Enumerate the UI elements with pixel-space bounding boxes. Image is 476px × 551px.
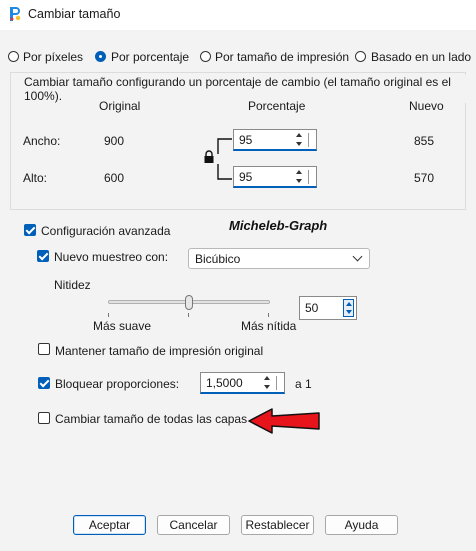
keep-print-size-checkbox[interactable] [38, 343, 50, 355]
column-percent: Porcentaje [248, 99, 306, 113]
sharpness-input[interactable]: 50 [299, 296, 357, 320]
radio-pixels[interactable] [8, 51, 19, 62]
radio-print-size[interactable] [200, 51, 211, 62]
advanced-settings-checkbox[interactable] [24, 224, 36, 236]
ratio-value: 1,5000 [206, 376, 243, 390]
sharpness-spin-arrows[interactable] [343, 299, 354, 317]
paintshop-app-icon [10, 7, 21, 21]
lock-ratio-label[interactable]: Bloquear proporciones: [55, 377, 179, 391]
ratio-suffix: a 1 [295, 377, 312, 391]
ratio-dropdown[interactable] [276, 376, 282, 390]
red-arrow-icon [248, 408, 320, 434]
resample-checkbox[interactable] [37, 250, 49, 262]
width-percent-value: 95 [239, 133, 253, 147]
height-percent-spin-arrows[interactable] [296, 169, 306, 185]
radio-percent[interactable] [95, 51, 106, 62]
radio-percent-label[interactable]: Por porcentaje [111, 50, 189, 64]
radio-one-side[interactable] [355, 51, 366, 62]
width-new: 855 [414, 134, 435, 148]
height-percent-dropdown[interactable] [308, 170, 314, 184]
slider-max-label: Más nítida [241, 319, 297, 333]
advanced-settings-label[interactable]: Configuración avanzada [41, 224, 170, 238]
lock-ratio-checkbox[interactable] [38, 377, 50, 389]
sharpness-slider-thumb[interactable] [185, 295, 193, 310]
radio-one-side-label[interactable]: Basado en un lado [371, 50, 471, 64]
height-percent-value: 95 [239, 170, 253, 184]
lock-icon[interactable] [203, 150, 215, 164]
watermark-text: Micheleb-Graph [229, 218, 328, 233]
width-percent-spin-arrows[interactable] [296, 132, 306, 148]
column-original: Original [99, 99, 141, 113]
help-button[interactable]: Ayuda [325, 515, 398, 535]
keep-print-size-label[interactable]: Mantener tamaño de impresión original [55, 344, 263, 358]
column-new: Nuevo [409, 99, 444, 113]
slider-min-label: Más suave [93, 319, 152, 333]
radio-pixels-label[interactable]: Por píxeles [23, 50, 83, 64]
width-label: Ancho: [23, 134, 61, 148]
resample-dropdown[interactable]: Bicúbico [188, 248, 370, 269]
all-layers-label[interactable]: Cambiar tamaño de todas las capas [55, 412, 247, 426]
height-label: Alto: [23, 171, 48, 185]
ratio-input[interactable]: 1,5000 [200, 372, 285, 394]
sharpness-value: 50 [305, 301, 319, 315]
resample-label[interactable]: Nuevo muestreo con: [54, 250, 168, 264]
slider-tick [188, 313, 189, 317]
all-layers-checkbox[interactable] [38, 412, 50, 424]
radio-print-size-label[interactable]: Por tamaño de impresión [215, 50, 349, 64]
cancel-button[interactable]: Cancelar [157, 515, 230, 535]
ok-button[interactable]: Aceptar [73, 515, 146, 535]
window-title: Cambiar tamaño [28, 7, 121, 21]
width-original: 900 [104, 134, 125, 148]
resample-value: Bicúbico [195, 252, 241, 266]
sharpness-label: Nitidez [54, 278, 91, 292]
height-original: 600 [104, 171, 125, 185]
reset-button[interactable]: Restablecer [241, 515, 314, 535]
slider-tick [268, 313, 269, 317]
height-new: 570 [414, 171, 435, 185]
width-percent-input[interactable]: 95 [233, 129, 317, 151]
height-percent-input[interactable]: 95 [233, 166, 317, 188]
chevron-down-icon [352, 251, 363, 262]
width-percent-dropdown[interactable] [308, 133, 314, 147]
ratio-spin-arrows[interactable] [264, 375, 274, 391]
slider-tick [108, 313, 109, 317]
